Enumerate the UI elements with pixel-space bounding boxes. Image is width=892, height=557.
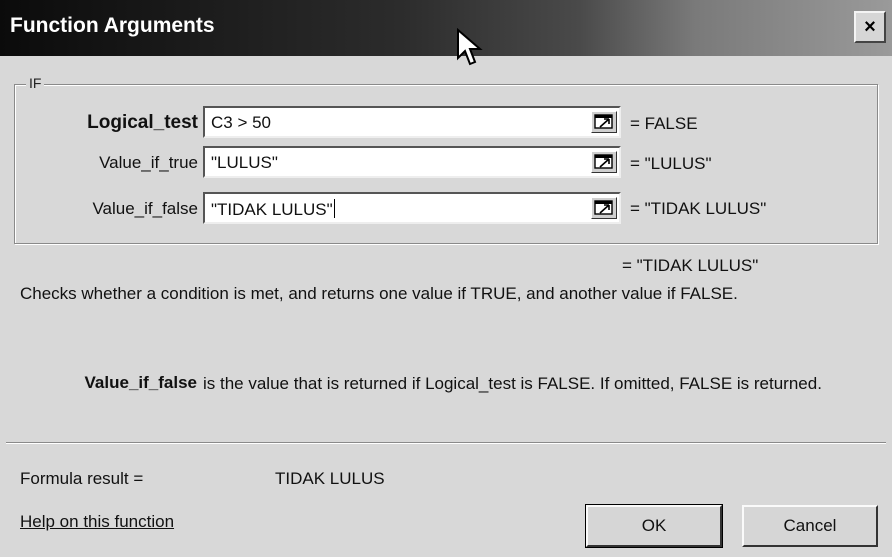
title-bar[interactable]: Function Arguments × bbox=[0, 0, 892, 56]
collapse-dialog-button[interactable] bbox=[591, 197, 617, 219]
value-if-false-label: Value_if_false bbox=[92, 199, 198, 218]
close-icon: × bbox=[864, 15, 876, 38]
function-result: = "TIDAK LULUS" bbox=[622, 256, 759, 275]
logical-test-result: = FALSE bbox=[630, 114, 698, 133]
value-if-true-label: Value_if_true bbox=[99, 153, 198, 172]
argument-help-name: Value_if_false bbox=[84, 373, 197, 392]
divider bbox=[6, 442, 886, 444]
value-if-false-result: = "TIDAK LULUS" bbox=[630, 199, 767, 218]
ok-button[interactable]: OK bbox=[585, 504, 723, 548]
cancel-button[interactable]: Cancel bbox=[742, 505, 878, 547]
value-if-true-input[interactable]: "LULUS" bbox=[203, 146, 621, 178]
value-if-false-value: "TIDAK LULUS" bbox=[211, 199, 335, 219]
formula-result-label: Formula result = bbox=[20, 469, 144, 488]
text-caret bbox=[333, 199, 335, 218]
value-if-true-result: = "LULUS" bbox=[630, 154, 712, 173]
logical-test-label: Logical_test bbox=[87, 112, 198, 133]
value-if-false-input[interactable]: "TIDAK LULUS" bbox=[203, 192, 621, 224]
collapse-dialog-icon bbox=[594, 114, 613, 129]
dialog-title: Function Arguments bbox=[10, 14, 215, 37]
collapse-dialog-button[interactable] bbox=[591, 151, 617, 173]
collapse-dialog-icon bbox=[594, 154, 613, 169]
close-button[interactable]: × bbox=[854, 11, 886, 43]
argument-help-text: is the value that is returned if Logical… bbox=[203, 374, 822, 393]
value-if-true-value: "LULUS" bbox=[211, 153, 278, 172]
collapse-dialog-button[interactable] bbox=[591, 111, 617, 133]
help-link[interactable]: Help on this function bbox=[20, 512, 174, 532]
function-name: IF bbox=[26, 75, 45, 91]
function-description: Checks whether a condition is met, and r… bbox=[20, 284, 738, 303]
logical-test-value: C3 > 50 bbox=[211, 113, 272, 132]
logical-test-input[interactable]: C3 > 50 bbox=[203, 106, 621, 138]
formula-result-value: TIDAK LULUS bbox=[275, 469, 385, 488]
collapse-dialog-icon bbox=[594, 200, 613, 215]
mouse-pointer-icon bbox=[457, 28, 483, 66]
